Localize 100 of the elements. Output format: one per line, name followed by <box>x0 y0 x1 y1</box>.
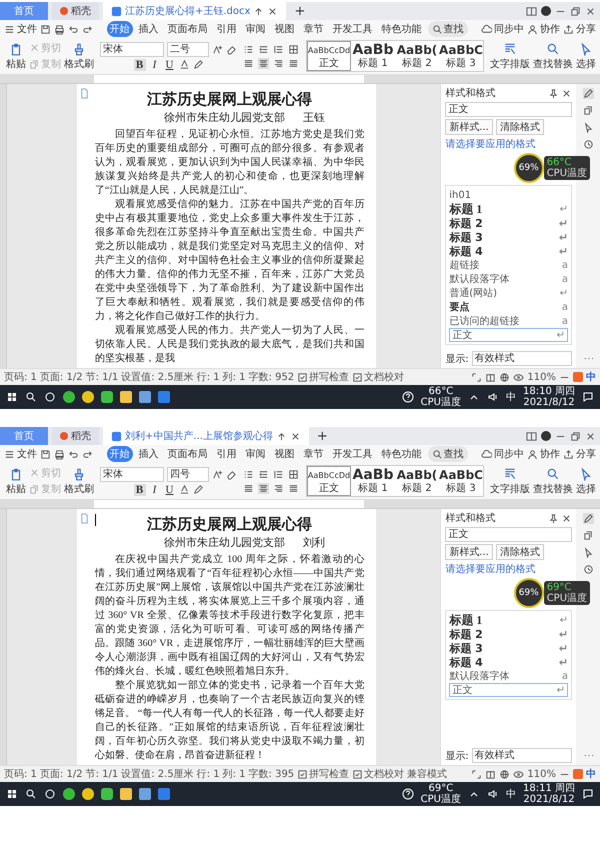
copy-icon[interactable] <box>582 105 594 116</box>
align-left-icon[interactable] <box>243 58 254 68</box>
action-button[interactable]: 分享 <box>563 447 596 461</box>
find-replace-button[interactable]: 查找替换 <box>533 42 573 70</box>
globe-icon[interactable] <box>499 372 510 382</box>
style-preset[interactable]: AaBbC 标题 3 <box>439 41 483 71</box>
line-spacing-icon[interactable] <box>273 468 284 480</box>
new-tab-button[interactable]: + <box>290 4 310 18</box>
action-button[interactable]: 协作 <box>527 447 560 461</box>
style-preset[interactable]: AaBb( 标题 2 <box>395 466 439 496</box>
style-preset[interactable]: AaBb 标题 1 <box>351 466 395 496</box>
zoom-level[interactable]: 110% <box>527 768 556 780</box>
book-icon[interactable] <box>485 372 496 382</box>
document-tab[interactable]: 江苏历史展心得+王钰.docx <box>103 2 286 20</box>
copy-icon[interactable] <box>582 530 594 541</box>
align-left-icon[interactable] <box>243 482 254 494</box>
action-button[interactable]: 同步中 <box>481 447 524 461</box>
style-item[interactable]: ih01 <box>449 188 568 202</box>
align-center-icon[interactable] <box>258 58 269 68</box>
status-button[interactable]: 拼写检查 <box>297 767 350 781</box>
align-right-icon[interactable] <box>273 58 284 68</box>
paste-button[interactable]: 粘贴 <box>6 466 26 496</box>
pane-button[interactable]: 清除格式 <box>496 119 544 135</box>
style-preset[interactable]: AaBbC 标题 3 <box>439 466 483 496</box>
ribbon-tab[interactable]: 视图 <box>272 446 298 462</box>
help-icon[interactable] <box>402 391 414 403</box>
circle-app-icon[interactable] <box>63 788 75 800</box>
font-size-select[interactable]: 四号 <box>167 466 209 482</box>
pointer-icon[interactable] <box>582 547 594 558</box>
highlight-icon[interactable] <box>192 59 204 70</box>
style-item[interactable]: 标题 1 ↵ <box>449 613 568 627</box>
format-button[interactable]: I <box>148 58 160 70</box>
zoom-level[interactable]: 110% <box>527 372 556 382</box>
style-item[interactable]: 标题 3 ↵ <box>449 641 568 655</box>
save-icon[interactable] <box>40 448 51 460</box>
pen-icon[interactable] <box>582 513 594 524</box>
line-spacing-icon[interactable] <box>273 44 284 54</box>
ribbon-tab[interactable]: 特色功能 <box>378 446 424 462</box>
book-icon[interactable] <box>485 768 496 780</box>
close-icon[interactable] <box>585 430 596 442</box>
eraser-icon[interactable] <box>226 44 237 54</box>
action-button[interactable]: 分享 <box>563 22 596 36</box>
style-item[interactable]: 标题 3 ↵ <box>449 230 568 244</box>
ribbon-tab[interactable]: 审阅 <box>242 446 268 462</box>
input-method-logo-icon[interactable] <box>573 769 583 779</box>
ribbon-tab[interactable]: 页面布局 <box>164 21 210 37</box>
volume-icon[interactable] <box>487 391 499 403</box>
ribbon-tab[interactable]: 开始 <box>106 21 132 37</box>
highlight-icon[interactable] <box>192 484 204 495</box>
show-select[interactable]: 有效样式 <box>472 748 572 763</box>
text-layout-button[interactable]: 文字排版 <box>490 466 530 496</box>
indent-icon[interactable] <box>258 468 269 480</box>
ribbon-tab[interactable]: 开发工具 <box>330 446 376 462</box>
action-button[interactable]: 协作 <box>527 22 560 36</box>
close-icon[interactable] <box>585 6 596 16</box>
style-preset[interactable]: AaBb 标题 1 <box>351 41 395 71</box>
input-method-mode[interactable]: 中 <box>586 370 596 384</box>
format-painter-button[interactable]: 格式刷 <box>64 42 94 70</box>
ribbon-tab[interactable]: 页面布局 <box>164 446 210 462</box>
clock-icon[interactable] <box>582 139 594 150</box>
style-item[interactable]: 超链接 a <box>449 258 568 272</box>
grow-font-icon[interactable] <box>212 468 223 480</box>
ribbon-tab[interactable]: 开始 <box>106 446 132 462</box>
ribbon-tab[interactable]: 引用 <box>214 21 240 37</box>
input-language[interactable]: 中 <box>506 390 516 404</box>
redo-icon[interactable] <box>82 24 93 34</box>
style-preset[interactable]: AaBbCcDd 正文 <box>307 466 351 496</box>
pointer-icon[interactable] <box>582 122 594 133</box>
pin-icon[interactable] <box>548 512 560 524</box>
indent-icon[interactable] <box>258 44 269 54</box>
pane-button[interactable]: 新样式... <box>445 544 493 560</box>
pin-icon[interactable] <box>548 88 560 98</box>
current-style-select[interactable]: 正文 <box>445 527 572 542</box>
clock-date[interactable]: 2021/8/12 <box>523 397 575 408</box>
clock-icon[interactable] <box>582 564 594 575</box>
find-replace-button[interactable]: 查找替换 <box>533 466 573 496</box>
style-item[interactable]: 标题 2 ↵ <box>449 216 568 230</box>
style-item[interactable]: 正文 ↵ <box>449 683 568 697</box>
show-select[interactable]: 有效样式 <box>472 351 572 366</box>
search-icon[interactable] <box>25 391 37 403</box>
font-select[interactable]: 宋体 <box>100 42 164 56</box>
avatar[interactable] <box>541 6 551 16</box>
ribbon-tab[interactable]: 特色功能 <box>378 21 424 37</box>
close-icon[interactable] <box>290 430 301 442</box>
notification-icon[interactable] <box>582 391 594 403</box>
style-item[interactable]: 默认段落字体 a <box>449 272 568 286</box>
format-button[interactable]: U <box>164 58 176 70</box>
action-button[interactable]: 同步中 <box>481 22 524 36</box>
style-item[interactable]: 标题 1 ↵ <box>449 202 568 216</box>
task-view-icon[interactable] <box>44 788 56 800</box>
current-style-select[interactable]: 正文 <box>445 102 572 117</box>
text-layout-button[interactable]: 文字排版 <box>490 42 530 70</box>
upload-icon[interactable] <box>276 430 287 442</box>
eraser-icon[interactable] <box>226 468 237 480</box>
style-item[interactable]: 已访问的超链接 a <box>449 314 568 328</box>
clock-time[interactable]: 18:11 周四 <box>523 783 575 794</box>
document-icon[interactable] <box>78 513 90 524</box>
eye-icon[interactable] <box>513 768 524 780</box>
select-button[interactable]: 选择 <box>576 42 596 70</box>
input-method-logo-icon[interactable] <box>573 372 583 382</box>
